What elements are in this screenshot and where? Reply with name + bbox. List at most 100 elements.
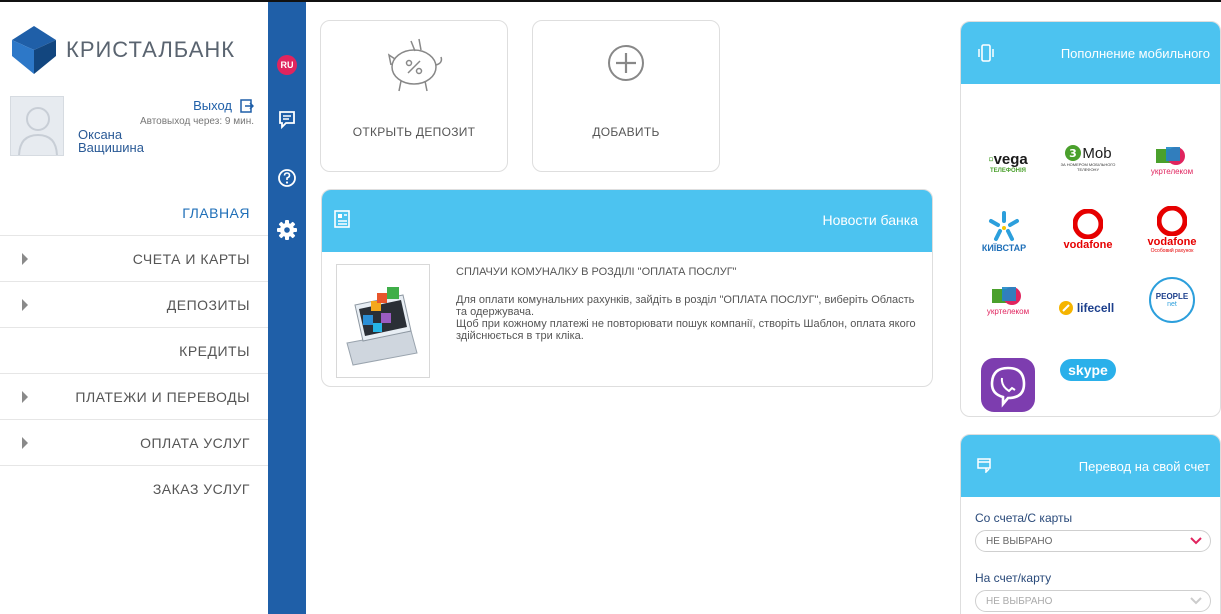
to-account-label: На счет/карту bbox=[975, 571, 1052, 585]
operator-ukrtelecom-2[interactable]: укртелеком bbox=[973, 272, 1043, 328]
mobile-topup-card: Пополнение мобильного ▫vega ТЕЛЕФОНІЯ 3 … bbox=[960, 21, 1221, 417]
svg-text:3: 3 bbox=[1070, 147, 1078, 160]
operator-vodafone[interactable]: vodafone bbox=[1053, 202, 1123, 258]
operator-viber[interactable] bbox=[973, 350, 1043, 416]
operator-3mob[interactable]: 3 Mob ЗА НОМЕРОМ МОБІЛЬНОГО ТЕЛЕФОНУ bbox=[1053, 130, 1123, 186]
bank-name: КРИСТАЛБАНК bbox=[66, 37, 236, 62]
logout-label: Выход bbox=[193, 98, 232, 113]
add-label: ДОБАВИТЬ bbox=[592, 125, 660, 139]
menu-item-label: ЗАКАЗ УСЛУГ bbox=[152, 481, 250, 497]
ukrtelecom-logo-icon bbox=[992, 286, 1021, 305]
news-thumbnail[interactable] bbox=[336, 264, 430, 378]
lifecell-logo-icon bbox=[1058, 301, 1073, 315]
menu-item-label: СЧЕТА И КАРТЫ bbox=[132, 250, 250, 267]
gear-icon[interactable] bbox=[277, 220, 297, 240]
expand-arrow-icon bbox=[22, 437, 28, 449]
laptop-apps-icon bbox=[346, 287, 418, 366]
phone-vibrate-icon bbox=[978, 44, 994, 62]
3mob-logo-icon: 3 bbox=[1065, 145, 1082, 161]
ukrtelecom-logo-icon bbox=[1156, 146, 1185, 165]
peoplenet-subtitle: net bbox=[1167, 301, 1177, 308]
operator-kyivstar[interactable]: КИЇВСТАР bbox=[969, 204, 1039, 260]
logout-button[interactable]: Выход bbox=[193, 98, 254, 113]
own-transfer-title: Перевод на свой счет bbox=[1078, 459, 1210, 474]
ukrtelecom-label: укртелеком bbox=[1150, 166, 1194, 176]
operator-ukrtelecom[interactable]: укртелеком bbox=[1137, 132, 1207, 188]
menu-item-payments-transfers[interactable]: ПЛАТЕЖИ И ПЕРЕВОДЫ bbox=[0, 374, 268, 420]
bank-news-title: Новости банка bbox=[822, 212, 918, 228]
menu-item-label: ДЕПОЗИТЫ bbox=[166, 296, 250, 313]
main-menu: ГЛАВНАЯ СЧЕТА И КАРТЫ ДЕПОЗИТЫ КРЕДИТЫ П… bbox=[0, 190, 268, 512]
operator-peoplenet[interactable]: PEOPLE net bbox=[1137, 272, 1207, 328]
open-deposit-tile[interactable]: ОТКРЫТЬ ДЕПОЗИТ bbox=[320, 20, 508, 172]
operator-vodafone-personal[interactable]: vodafone Особовий рахунок bbox=[1137, 202, 1207, 258]
autologout-timer: Автовыход через: 9 мин. bbox=[139, 116, 254, 127]
vega-logo-text: vega bbox=[993, 150, 1028, 168]
add-tile[interactable]: ДОБАВИТЬ bbox=[532, 20, 720, 172]
bank-logo[interactable]: КРИСТАЛБАНК bbox=[12, 24, 235, 76]
vodafone-personal-label: vodafone bbox=[1147, 236, 1197, 248]
mobile-topup-title: Пополнение мобильного bbox=[1060, 46, 1210, 61]
plus-circle-icon bbox=[608, 45, 644, 81]
sidebar: КРИСТАЛБАНК Выход Автовыход через: 9 мин… bbox=[0, 2, 268, 614]
card-transfer-icon bbox=[977, 458, 991, 473]
newspaper-icon bbox=[334, 210, 350, 228]
messages-icon[interactable] bbox=[277, 110, 297, 130]
menu-item-service-payment[interactable]: ОПЛАТА УСЛУГ bbox=[0, 420, 268, 466]
mobile-topup-header: Пополнение мобильного bbox=[961, 22, 1220, 84]
from-account-select[interactable]: НЕ ВЫБРАНО bbox=[975, 530, 1211, 552]
menu-item-credits[interactable]: КРЕДИТЫ bbox=[0, 328, 268, 374]
help-icon[interactable] bbox=[277, 168, 297, 188]
menu-item-order-services[interactable]: ЗАКАЗ УСЛУГ bbox=[0, 466, 268, 512]
expand-arrow-icon bbox=[22, 391, 28, 403]
to-account-select[interactable]: НЕ ВЫБРАНО bbox=[975, 590, 1211, 612]
expand-arrow-icon bbox=[22, 253, 28, 265]
3mob-subtitle: ЗА НОМЕРОМ МОБІЛЬНОГО ТЕЛЕФОНУ bbox=[1060, 162, 1116, 172]
piggy-bank-icon bbox=[387, 38, 443, 92]
user-panel: Выход Автовыход через: 9 мин. Оксана Ващ… bbox=[10, 94, 260, 174]
bank-logo-icon bbox=[12, 26, 56, 74]
icon-bar: RU bbox=[268, 2, 306, 614]
from-account-value: НЕ ВЫБРАНО bbox=[986, 536, 1053, 547]
vodafone-logo-icon bbox=[1073, 209, 1103, 239]
news-body-paragraph: Щоб при кожному платежі не повторювати п… bbox=[456, 318, 916, 342]
chevron-down-icon bbox=[1190, 597, 1202, 605]
kyivstar-label: КИЇВСТАР bbox=[981, 243, 1027, 253]
vodafone-label: vodafone bbox=[1063, 239, 1113, 251]
user-silhouette-icon bbox=[18, 107, 58, 155]
news-body: Для оплати комунальних рахунків, зайдіть… bbox=[456, 294, 926, 342]
operator-lifecell[interactable]: lifecell bbox=[1051, 280, 1121, 336]
viber-logo-icon bbox=[981, 358, 1035, 412]
menu-item-accounts-cards[interactable]: СЧЕТА И КАРТЫ bbox=[0, 236, 268, 282]
menu-item-label: КРЕДИТЫ bbox=[179, 342, 250, 359]
operator-vega[interactable]: ▫vega ТЕЛЕФОНІЯ bbox=[973, 134, 1043, 190]
operator-skype[interactable]: skype bbox=[1053, 342, 1123, 398]
menu-item-deposits[interactable]: ДЕПОЗИТЫ bbox=[0, 282, 268, 328]
lifecell-label: lifecell bbox=[1076, 301, 1115, 315]
skype-label: skype bbox=[1060, 359, 1116, 381]
user-name: Оксана Ващишина bbox=[78, 128, 144, 154]
menu-item-label: ПЛАТЕЖИ И ПЕРЕВОДЫ bbox=[75, 388, 250, 405]
expand-arrow-icon bbox=[22, 299, 28, 311]
menu-item-label: ОПЛАТА УСЛУГ bbox=[140, 434, 250, 451]
own-transfer-card: Перевод на свой счет Со счета/С карты НЕ… bbox=[960, 434, 1221, 614]
kyivstar-star-icon bbox=[989, 211, 1019, 241]
peoplenet-label: PEOPLE bbox=[1155, 292, 1189, 301]
vega-subtitle: ТЕЛЕФОНІЯ bbox=[990, 167, 1026, 174]
news-body-paragraph: Для оплати комунальних рахунків, зайдіть… bbox=[456, 294, 915, 318]
bank-news-card: Новости банка СПЛАЧУИ КОМУНАЛКУ В РОЗДІЛ… bbox=[321, 189, 933, 387]
menu-item-label: ГЛАВНАЯ bbox=[182, 204, 250, 221]
news-headline[interactable]: СПЛАЧУИ КОМУНАЛКУ В РОЗДІЛІ "ОПЛАТА ПОСЛ… bbox=[456, 266, 737, 278]
vodafone-personal-subtitle: Особовий рахунок bbox=[1150, 248, 1194, 254]
menu-item-main[interactable]: ГЛАВНАЯ bbox=[0, 190, 268, 236]
user-last-name: Ващишина bbox=[78, 140, 144, 155]
open-deposit-label: ОТКРЫТЬ ДЕПОЗИТ bbox=[352, 125, 476, 139]
avatar bbox=[10, 96, 64, 156]
language-switch[interactable]: RU bbox=[277, 55, 297, 75]
from-account-label: Со счета/С карты bbox=[975, 511, 1073, 525]
to-account-value: НЕ ВЫБРАНО bbox=[986, 596, 1053, 607]
3mob-logo-text: Mob bbox=[1082, 144, 1112, 162]
own-transfer-header: Перевод на свой счет bbox=[961, 435, 1220, 497]
vodafone-personal-logo-icon bbox=[1157, 206, 1187, 236]
logout-icon bbox=[240, 98, 254, 113]
